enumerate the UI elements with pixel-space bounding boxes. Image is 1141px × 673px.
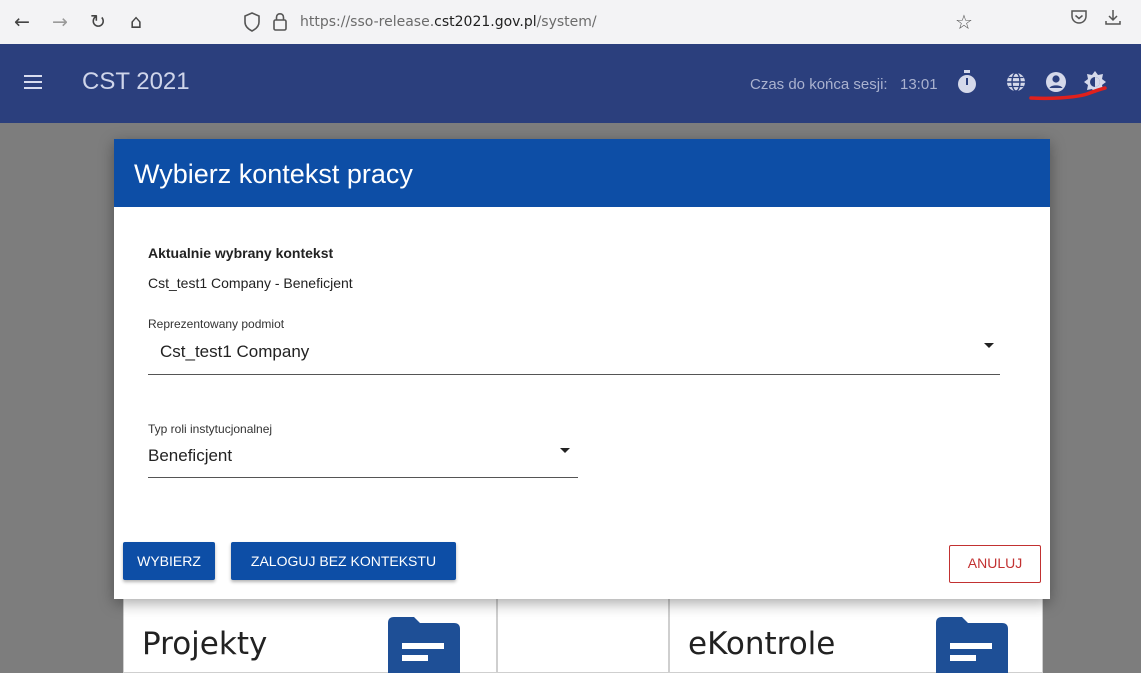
entity-select-value: Cst_test1 Company: [160, 342, 310, 361]
address-bar[interactable]: https://sso-release.cst2021.gov.pl/syste…: [240, 10, 980, 36]
url-domain: cst2021.gov.pl: [434, 14, 537, 30]
screen: ← → ↻ ⌂ https://sso-release.cst2021.gov.…: [0, 0, 1141, 673]
role-select-value: Beneficjent: [148, 446, 233, 465]
app-header: CST 2021 Czas do końca sesji: 13:01: [0, 44, 1141, 123]
session-timer-value: 13:01: [900, 76, 938, 93]
globe-icon[interactable]: [1004, 68, 1032, 96]
download-icon[interactable]: [1100, 8, 1126, 34]
url-prefix: https://sso-release.: [300, 14, 435, 30]
lock-icon[interactable]: [270, 12, 290, 32]
back-arrow-icon[interactable]: ←: [10, 10, 34, 34]
role-select-underline: [148, 477, 578, 478]
dropdown-arrow-icon[interactable]: [560, 448, 570, 453]
entity-select[interactable]: Reprezentowany podmiot Cst_test1 Company: [148, 317, 1000, 377]
role-select[interactable]: Typ roli instytucjonalnej Beneficjent: [148, 422, 578, 480]
session-timer-label: Czas do końca sesji:: [750, 76, 888, 93]
controls-card[interactable]: eKontrole: [669, 590, 1043, 673]
app-title: CST 2021: [82, 68, 190, 95]
reload-icon[interactable]: ↻: [86, 10, 110, 34]
context-dialog: Wybierz kontekst pracy Aktualnie wybrany…: [114, 139, 1050, 599]
url-path: /system/: [536, 14, 597, 30]
url-text[interactable]: https://sso-release.cst2021.gov.pl/syste…: [300, 14, 597, 30]
projects-card[interactable]: Projekty: [123, 590, 497, 673]
current-context-label: Aktualnie wybrany kontekst: [148, 245, 334, 261]
stopwatch-icon[interactable]: [955, 68, 983, 96]
menu-icon[interactable]: [24, 75, 42, 89]
folder-icon: [388, 613, 460, 673]
entity-select-underline: [148, 374, 1000, 375]
red-underline-mark: [1029, 86, 1107, 101]
forward-arrow-icon[interactable]: →: [48, 10, 72, 34]
dropdown-arrow-icon[interactable]: [984, 343, 994, 348]
shield-icon[interactable]: [242, 12, 262, 32]
projects-card-label: Projekty: [142, 626, 268, 662]
dialog-title: Wybierz kontekst pracy: [134, 159, 413, 189]
dialog-header: Wybierz kontekst pracy: [114, 139, 1050, 207]
select-button[interactable]: WYBIERZ: [123, 542, 215, 580]
folder-icon: [936, 613, 1008, 673]
entity-select-label: Reprezentowany podmiot: [148, 317, 285, 331]
current-context-value: Cst_test1 Company - Beneficjent: [148, 275, 353, 291]
login-without-context-button[interactable]: ZALOGUJ BEZ KONTEKSTU: [231, 542, 456, 580]
controls-card-label: eKontrole: [688, 626, 836, 662]
browser-toolbar: ← → ↻ ⌂ https://sso-release.cst2021.gov.…: [0, 0, 1141, 44]
background-card-middle: [497, 590, 669, 673]
bookmark-star-icon[interactable]: ☆: [955, 10, 973, 34]
home-icon[interactable]: ⌂: [124, 10, 148, 34]
pocket-icon[interactable]: [1066, 8, 1092, 34]
cancel-button[interactable]: ANULUJ: [949, 545, 1041, 583]
role-select-label: Typ roli instytucjonalnej: [148, 422, 273, 436]
